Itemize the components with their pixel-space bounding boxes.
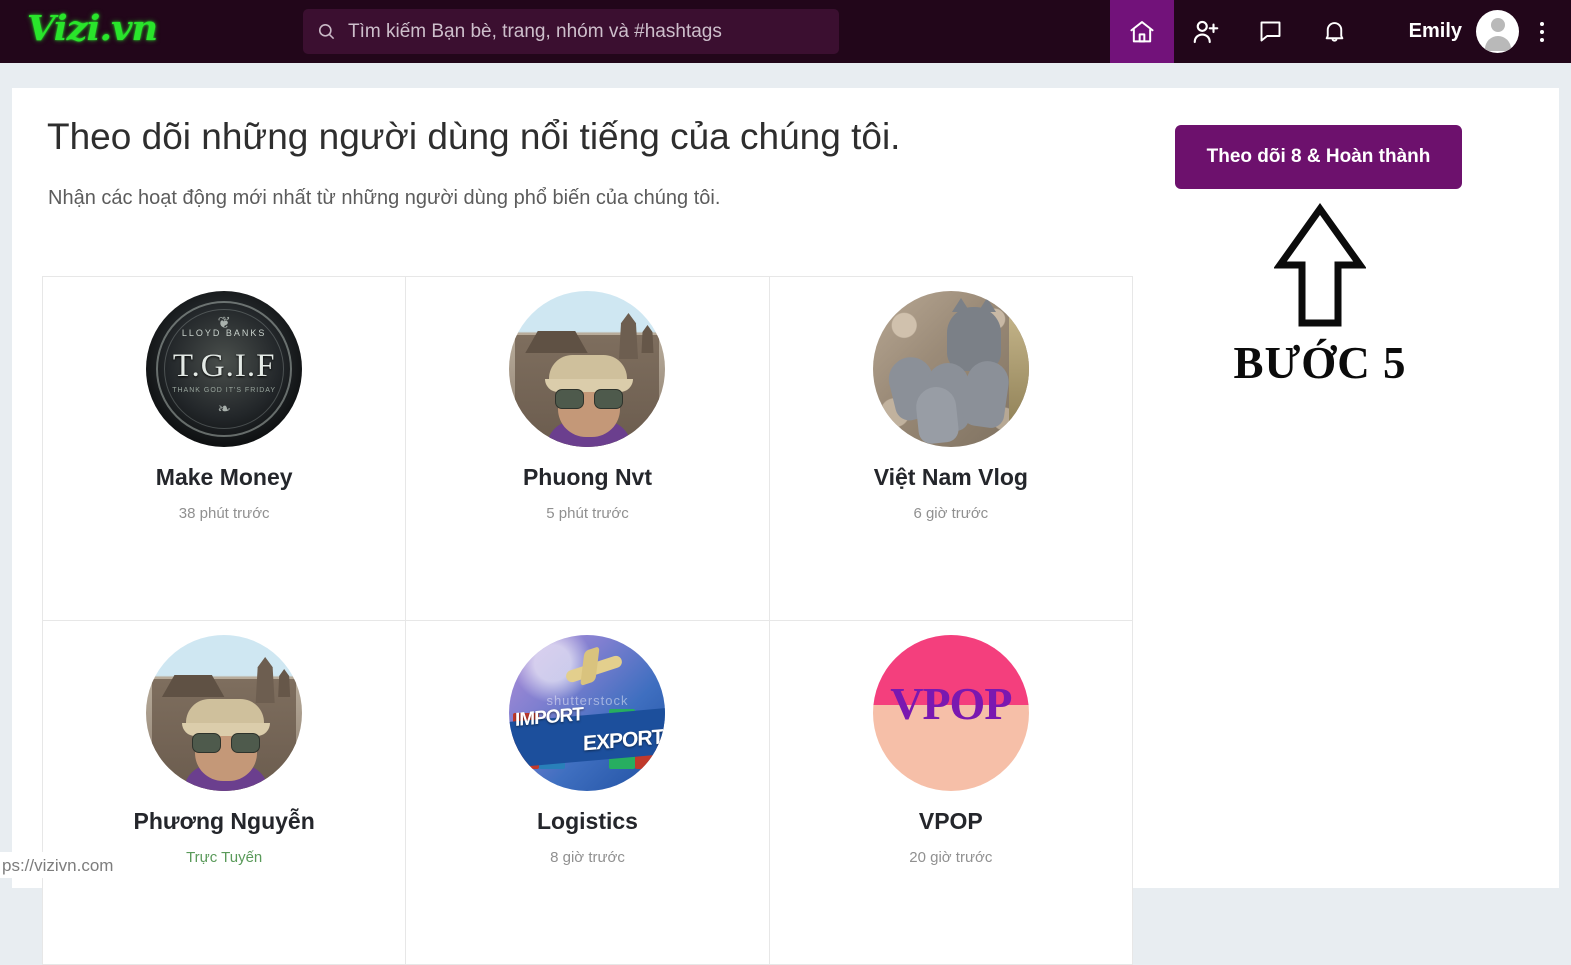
add-friend-icon — [1191, 17, 1221, 47]
user-avatar-logistics-photo[interactable]: shutterstock IMPORT EXPORT — [509, 635, 665, 791]
follow-and-finish-button[interactable]: Theo dõi 8 & Hoàn thành — [1175, 125, 1462, 189]
kebab-dot — [1540, 38, 1544, 42]
photo-sunglasses — [192, 733, 260, 753]
kebab-dot — [1540, 22, 1544, 26]
step-label: BƯỚC 5 — [1210, 337, 1430, 389]
user-avatar-temple-portrait[interactable] — [146, 635, 302, 791]
status-bar-url: ps://vizivn.com — [0, 852, 121, 878]
user-status: 8 giờ trước — [550, 849, 625, 866]
user-card[interactable]: ❦ LLOYD BANKS T.G.I.F THANK GOD IT'S FRI… — [43, 277, 406, 621]
avatar-caption-bottom: THANK GOD IT'S FRIDAY — [146, 387, 302, 394]
up-arrow-icon — [1274, 203, 1366, 331]
main-panel: Theo dõi những người dùng nổi tiếng của … — [12, 88, 1559, 888]
user-name: Phương Nguyễn — [134, 809, 315, 834]
avatar-head — [1491, 18, 1505, 32]
user-card[interactable]: shutterstock IMPORT EXPORT Logistics 8 g… — [406, 621, 769, 965]
header-nav — [1110, 0, 1366, 63]
avatar-caption-main: T.G.I.F — [146, 348, 302, 385]
user-avatar-vpop-logo[interactable]: VPOP — [873, 635, 1029, 791]
user-status: 6 giờ trước — [913, 505, 988, 522]
avatar-body — [1485, 36, 1511, 51]
search-input[interactable] — [348, 21, 825, 43]
user-avatar-temple-portrait[interactable] — [509, 291, 665, 447]
nav-messages-button[interactable] — [1238, 0, 1302, 63]
message-icon — [1257, 18, 1284, 45]
popular-users-grid: ❦ LLOYD BANKS T.G.I.F THANK GOD IT'S FRI… — [42, 276, 1133, 965]
avatar-caption-top: LLOYD BANKS — [146, 328, 302, 338]
top-header: Vizi.vn — [0, 0, 1571, 63]
user-card[interactable]: VPOP VPOP 20 giờ trước — [770, 621, 1133, 965]
user-status: Trực Tuyến — [186, 849, 262, 866]
avatar[interactable] — [1476, 10, 1519, 53]
user-avatar-cats-photo[interactable] — [873, 291, 1029, 447]
step-annotation: BƯỚC 5 — [1210, 203, 1430, 389]
user-name: VPOP — [919, 809, 983, 834]
user-status: 20 giờ trước — [909, 849, 992, 866]
page-subtitle: Nhận các hoạt động mới nhất từ những ngư… — [48, 187, 720, 210]
nav-add-friend-button[interactable] — [1174, 0, 1238, 63]
user-card[interactable]: Việt Nam Vlog 6 giờ trước — [770, 277, 1133, 621]
user-status: 5 phút trước — [546, 505, 628, 522]
search-icon — [317, 22, 336, 41]
user-status: 38 phút trước — [179, 505, 270, 522]
user-avatar-tgif-logo[interactable]: ❦ LLOYD BANKS T.G.I.F THANK GOD IT'S FRI… — [146, 291, 302, 447]
more-options-button[interactable] — [1529, 12, 1555, 52]
vpop-wordmark: VPOP — [873, 677, 1029, 730]
site-logo[interactable]: Vizi.vn — [27, 8, 157, 49]
nav-notifications-button[interactable] — [1302, 0, 1366, 63]
user-card[interactable]: Phương Nguyễn Trực Tuyến — [43, 621, 406, 965]
user-name-label: Emily — [1409, 20, 1462, 43]
user-name: Phuong Nvt — [523, 465, 652, 490]
search-bar[interactable] — [303, 9, 839, 54]
user-area: Emily — [1409, 0, 1555, 63]
notification-bell-icon — [1321, 18, 1348, 45]
decor-flourish: ❧ — [146, 399, 302, 419]
user-name: Make Money — [156, 465, 293, 490]
photo-sunglasses — [555, 389, 623, 409]
photo-watermark: shutterstock — [509, 693, 665, 708]
page-title: Theo dõi những người dùng nổi tiếng của … — [47, 116, 900, 158]
user-name: Logistics — [537, 809, 638, 834]
photo-door — [1009, 301, 1029, 431]
user-card[interactable]: Phuong Nvt 5 phút trước — [406, 277, 769, 621]
kebab-dot — [1540, 30, 1544, 34]
home-icon — [1128, 18, 1156, 46]
nav-home-button[interactable] — [1110, 0, 1174, 63]
user-name: Việt Nam Vlog — [874, 465, 1028, 490]
